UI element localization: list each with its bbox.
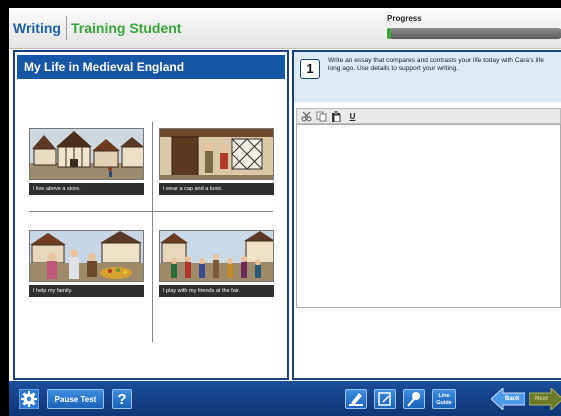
next-button[interactable]: Next [528, 386, 561, 412]
response-panel: 1 Write an essay that compares and contr… [292, 50, 561, 380]
pause-test-button[interactable]: Pause Test [47, 389, 104, 409]
header-bar: Writing Training Student Progress [9, 8, 561, 49]
copy-icon[interactable] [316, 111, 327, 122]
question-number: 1 [300, 59, 320, 79]
progress-bar-fill [387, 28, 391, 39]
back-button[interactable]: Back [490, 386, 526, 412]
student-name: Training Student [71, 20, 182, 36]
image-grid-divider-horizontal [29, 211, 273, 212]
question-prompt: 1 Write an essay that compares and contr… [294, 52, 561, 102]
boy-and-girl-at-house-icon [159, 128, 274, 180]
back-label: Back [505, 396, 520, 402]
cut-icon[interactable] [301, 111, 312, 122]
notepad-icon[interactable] [374, 389, 396, 409]
footer-toolbar: Pause Test ? Line Guide Back Next [9, 381, 561, 416]
help-button[interactable]: ? [112, 389, 132, 409]
image-grid-divider-vertical [152, 122, 153, 342]
header-divider [66, 16, 67, 40]
passage-panel[interactable]: My Life in Medieval England I live above… [13, 50, 289, 380]
question-text: Write an essay that compares and contras… [328, 57, 544, 72]
subject-title: Writing [13, 20, 61, 36]
next-label: Next [535, 396, 549, 402]
pin-icon[interactable] [403, 389, 425, 409]
image-caption: I wear a cap and a tunic. [159, 183, 274, 195]
paste-icon[interactable] [331, 111, 342, 123]
editor-toolbar: U [296, 108, 561, 124]
gear-icon[interactable] [18, 388, 40, 410]
highlighter-icon[interactable] [345, 389, 367, 409]
progress-bar [387, 28, 561, 39]
image-caption: I help my family. [29, 285, 144, 297]
market-family-scene-icon [29, 230, 144, 282]
test-window: Writing Training Student Progress My Lif… [9, 8, 561, 416]
passage-title: My Life in Medieval England [17, 55, 285, 79]
image-caption: I play with my friends at the fair. [159, 285, 274, 297]
underline-icon[interactable]: U [347, 111, 358, 122]
medieval-street-scene-icon [29, 128, 144, 180]
fair-crowd-scene-icon [159, 230, 274, 282]
line-guide-button[interactable]: Line Guide [432, 389, 456, 409]
image-caption: I live above a store. [29, 183, 144, 195]
progress-label: Progress [387, 14, 422, 23]
essay-response-input[interactable] [296, 124, 561, 308]
